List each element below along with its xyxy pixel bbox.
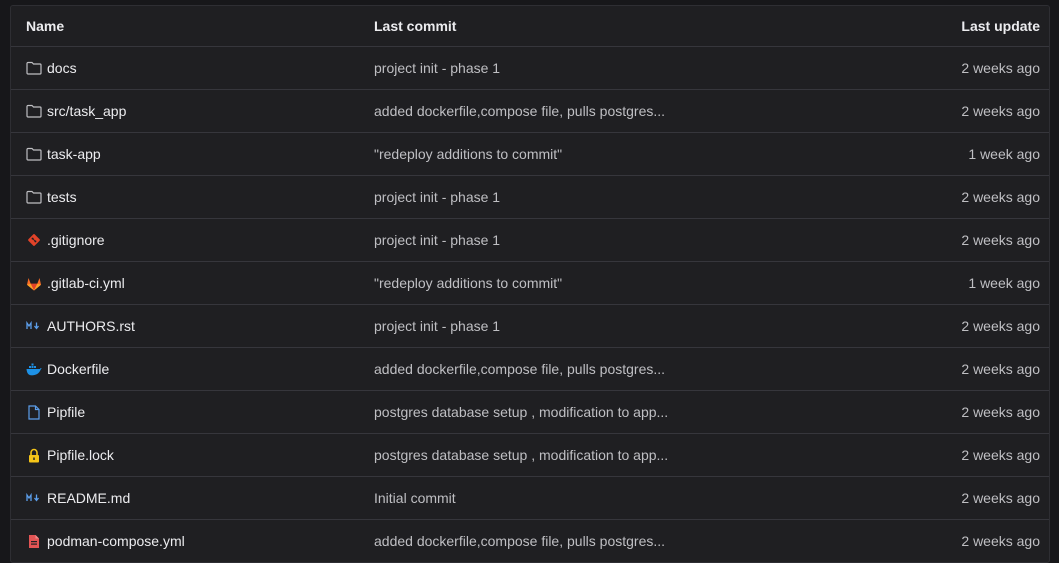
- table-row[interactable]: AUTHORS.rst project init - phase 1 2 wee…: [11, 305, 1049, 348]
- header-last-commit: Last commit: [374, 18, 457, 34]
- markdown-icon: [26, 318, 42, 334]
- row-commit-link[interactable]: project init - phase 1: [374, 318, 500, 334]
- row-name-link[interactable]: .gitlab-ci.yml: [47, 275, 125, 291]
- row-date: 2 weeks ago: [961, 533, 1040, 549]
- row-commit-link[interactable]: added dockerfile,compose file, pulls pos…: [374, 103, 665, 119]
- table-header: Name Last commit Last update: [11, 6, 1049, 47]
- file-tree-table: Name Last commit Last update docs projec…: [10, 5, 1050, 563]
- table-row[interactable]: task-app "redeploy additions to commit" …: [11, 133, 1049, 176]
- row-date: 2 weeks ago: [961, 490, 1040, 506]
- row-date: 2 weeks ago: [961, 318, 1040, 334]
- table-row[interactable]: docs project init - phase 1 2 weeks ago: [11, 47, 1049, 90]
- yaml-file-icon: [26, 533, 42, 549]
- table-row[interactable]: .gitlab-ci.yml "redeploy additions to co…: [11, 262, 1049, 305]
- table-row[interactable]: README.md Initial commit 2 weeks ago: [11, 477, 1049, 520]
- row-commit-link[interactable]: postgres database setup , modification t…: [374, 404, 668, 420]
- row-commit-link[interactable]: added dockerfile,compose file, pulls pos…: [374, 361, 665, 377]
- lock-icon: [26, 447, 42, 463]
- row-commit-link[interactable]: "redeploy additions to commit": [374, 146, 562, 162]
- row-commit-link[interactable]: project init - phase 1: [374, 232, 500, 248]
- row-name-link[interactable]: Dockerfile: [47, 361, 109, 377]
- row-date: 1 week ago: [968, 146, 1040, 162]
- row-date: 1 week ago: [968, 275, 1040, 291]
- gitlab-icon: [26, 275, 42, 291]
- row-date: 2 weeks ago: [961, 447, 1040, 463]
- row-date: 2 weeks ago: [961, 232, 1040, 248]
- row-date: 2 weeks ago: [961, 404, 1040, 420]
- row-name-link[interactable]: README.md: [47, 490, 130, 506]
- row-date: 2 weeks ago: [961, 60, 1040, 76]
- row-date: 2 weeks ago: [961, 103, 1040, 119]
- docker-icon: [26, 361, 42, 377]
- folder-icon: [26, 60, 42, 76]
- row-name-link[interactable]: AUTHORS.rst: [47, 318, 135, 334]
- row-commit-link[interactable]: added dockerfile,compose file, pulls pos…: [374, 533, 665, 549]
- row-name-link[interactable]: Pipfile.lock: [47, 447, 114, 463]
- markdown-icon: [26, 490, 42, 506]
- folder-icon: [26, 189, 42, 205]
- folder-icon: [26, 103, 42, 119]
- row-name-link[interactable]: Pipfile: [47, 404, 85, 420]
- row-date: 2 weeks ago: [961, 361, 1040, 377]
- table-row[interactable]: tests project init - phase 1 2 weeks ago: [11, 176, 1049, 219]
- folder-icon: [26, 146, 42, 162]
- table-row[interactable]: src/task_app added dockerfile,compose fi…: [11, 90, 1049, 133]
- file-icon: [26, 404, 42, 420]
- table-row[interactable]: Pipfile.lock postgres database setup , m…: [11, 434, 1049, 477]
- row-date: 2 weeks ago: [961, 189, 1040, 205]
- git-icon: [26, 232, 42, 248]
- row-commit-link[interactable]: project init - phase 1: [374, 60, 500, 76]
- row-commit-link[interactable]: postgres database setup , modification t…: [374, 447, 668, 463]
- row-name-link[interactable]: docs: [47, 60, 77, 76]
- row-name-link[interactable]: podman-compose.yml: [47, 533, 185, 549]
- table-row[interactable]: Dockerfile added dockerfile,compose file…: [11, 348, 1049, 391]
- row-name-link[interactable]: .gitignore: [47, 232, 105, 248]
- row-name-link[interactable]: task-app: [47, 146, 101, 162]
- header-last-update: Last update: [961, 18, 1040, 34]
- row-commit-link[interactable]: "redeploy additions to commit": [374, 275, 562, 291]
- row-commit-link[interactable]: Initial commit: [374, 490, 456, 506]
- table-row[interactable]: podman-compose.yml added dockerfile,comp…: [11, 520, 1049, 562]
- table-row[interactable]: .gitignore project init - phase 1 2 week…: [11, 219, 1049, 262]
- row-name-link[interactable]: tests: [47, 189, 77, 205]
- row-commit-link[interactable]: project init - phase 1: [374, 189, 500, 205]
- table-row[interactable]: Pipfile postgres database setup , modifi…: [11, 391, 1049, 434]
- header-name: Name: [26, 18, 65, 34]
- row-name-link[interactable]: src/task_app: [47, 103, 126, 119]
